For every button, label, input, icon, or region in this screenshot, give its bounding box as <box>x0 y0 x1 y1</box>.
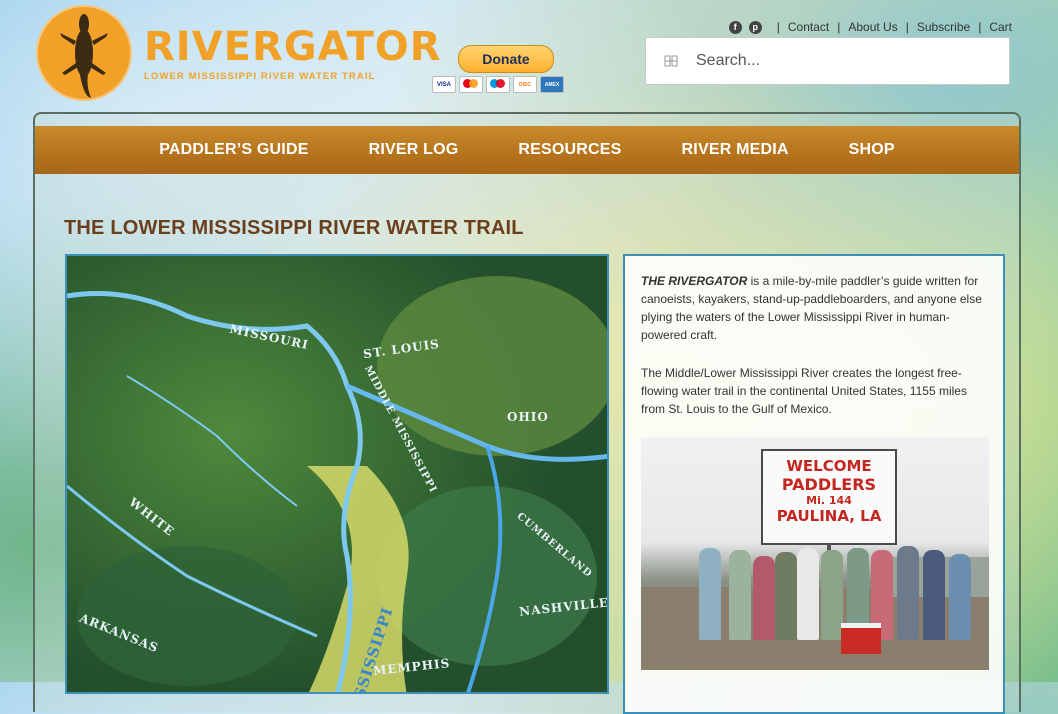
page-title: THE LOWER MISSISSIPPI RIVER WATER TRAIL <box>64 217 524 239</box>
intro-panel: THE RIVERGATOR is a mile-by-mile paddler… <box>623 254 1005 714</box>
intro-paragraph-2: The Middle/Lower Mississippi River creat… <box>641 366 967 416</box>
nav-river-log[interactable]: RIVER LOG <box>339 141 489 159</box>
facebook-icon[interactable]: f <box>728 20 742 34</box>
mastercard-icon <box>459 76 483 93</box>
visa-card-icon: VISA <box>432 76 456 93</box>
top-utility-links: f p | Contact | About Us | Subscribe | C… <box>728 20 1012 34</box>
nav-resources[interactable]: RESOURCES <box>488 141 651 159</box>
nav-shop[interactable]: SHOP <box>819 141 925 159</box>
cooler <box>841 623 881 654</box>
contact-link[interactable]: Contact <box>788 20 829 34</box>
search-input[interactable] <box>694 51 998 71</box>
cart-link[interactable]: Cart <box>989 20 1012 34</box>
alligator-logo-icon <box>36 5 132 101</box>
payment-cards: VISA DISC AMEX <box>432 76 564 93</box>
paddlers-group-photo: WELCOME PADDLERS Mi. 144 PAULINA, LA <box>641 437 989 670</box>
donate-button[interactable]: Donate <box>458 45 554 73</box>
pinterest-icon[interactable]: p <box>748 20 762 34</box>
nav-paddlers-guide[interactable]: PADDLER’S GUIDE <box>129 141 338 159</box>
paypal-donate[interactable]: Donate VISA DISC AMEX <box>432 45 582 93</box>
search-box <box>645 37 1010 85</box>
maestro-card-icon <box>486 76 510 93</box>
main-nav: PADDLER’S GUIDE RIVER LOG RESOURCES RIVE… <box>35 126 1019 174</box>
brand-tagline: LOWER MISSISSIPPI RIVER WATER TRAIL <box>144 70 376 82</box>
river-map-painting: MISSOURI ST. LOUIS MIDDLE MISSISSIPPI OH… <box>65 254 609 694</box>
intro-paragraph-1: THE RIVERGATOR is a mile-by-mile paddler… <box>641 272 987 344</box>
search-icon[interactable] <box>664 54 678 68</box>
nav-river-media[interactable]: RIVER MEDIA <box>652 141 819 159</box>
site-logo[interactable]: RIVERGATOR LOWER MISSISSIPPI RIVER WATER… <box>36 4 441 102</box>
brand-name: RIVERGATOR <box>144 23 442 70</box>
discover-card-icon: DISC <box>513 76 537 93</box>
main-content-frame: PADDLER’S GUIDE RIVER LOG RESOURCES RIVE… <box>33 112 1021 714</box>
amex-card-icon: AMEX <box>540 76 564 93</box>
about-us-link[interactable]: About Us <box>848 20 897 34</box>
welcome-sign: WELCOME PADDLERS Mi. 144 PAULINA, LA <box>761 449 897 545</box>
map-label-ohio: OHIO <box>507 410 549 424</box>
subscribe-link[interactable]: Subscribe <box>917 20 970 34</box>
intro-lead: THE RIVERGATOR <box>641 274 748 288</box>
